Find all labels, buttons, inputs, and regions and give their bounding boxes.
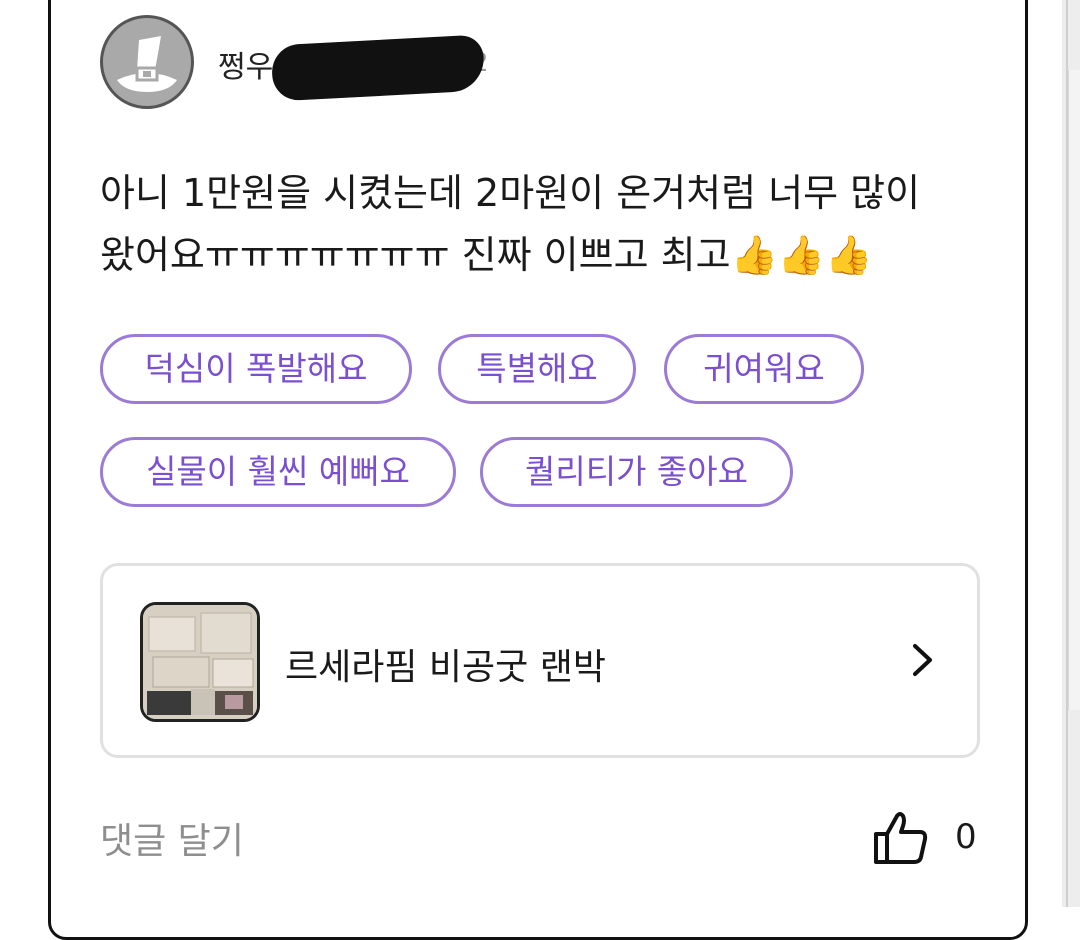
tag-chip: 특별해요 <box>438 334 636 404</box>
side-panel <box>1068 70 1080 710</box>
chevron-right-icon <box>913 644 932 676</box>
username[interactable]: 쩡우 <box>218 42 273 86</box>
product-thumbnail <box>140 602 260 722</box>
hat-avatar-icon <box>117 36 177 92</box>
tag-chip: 실물이 훨씬 예뻐요 <box>100 437 456 507</box>
like-count: 0 <box>955 817 977 857</box>
review-body: 아니 1만원을 시켰는데 2마원이 온거처럼 너무 많이 왔어요ㅠㅠㅠㅠㅠㅠㅠ … <box>100 162 980 286</box>
tag-chip: 퀄리티가 좋아요 <box>480 437 793 507</box>
product-name: 르세라핌 비공굿 랜박 <box>285 647 606 688</box>
tag-chip: 귀여워요 <box>664 334 864 404</box>
review-text-line: 왔어요ㅠㅠㅠㅠㅠㅠㅠ 진짜 이쁘고 최고👍👍👍 <box>100 233 873 277</box>
add-comment-button[interactable]: 댓글 달기 <box>100 812 244 864</box>
tag-chip: 덕심이 폭발해요 <box>100 334 412 404</box>
redaction-mark <box>270 34 486 102</box>
background-panel <box>1062 0 1080 907</box>
review-text-line: 아니 1만원을 시켰는데 2마원이 온거처럼 너무 많이 <box>100 171 921 215</box>
product-link-card[interactable]: 르세라핌 비공굿 랜박 <box>100 563 980 758</box>
thumbs-up-icon[interactable] <box>870 808 930 868</box>
user-avatar[interactable] <box>100 15 194 109</box>
